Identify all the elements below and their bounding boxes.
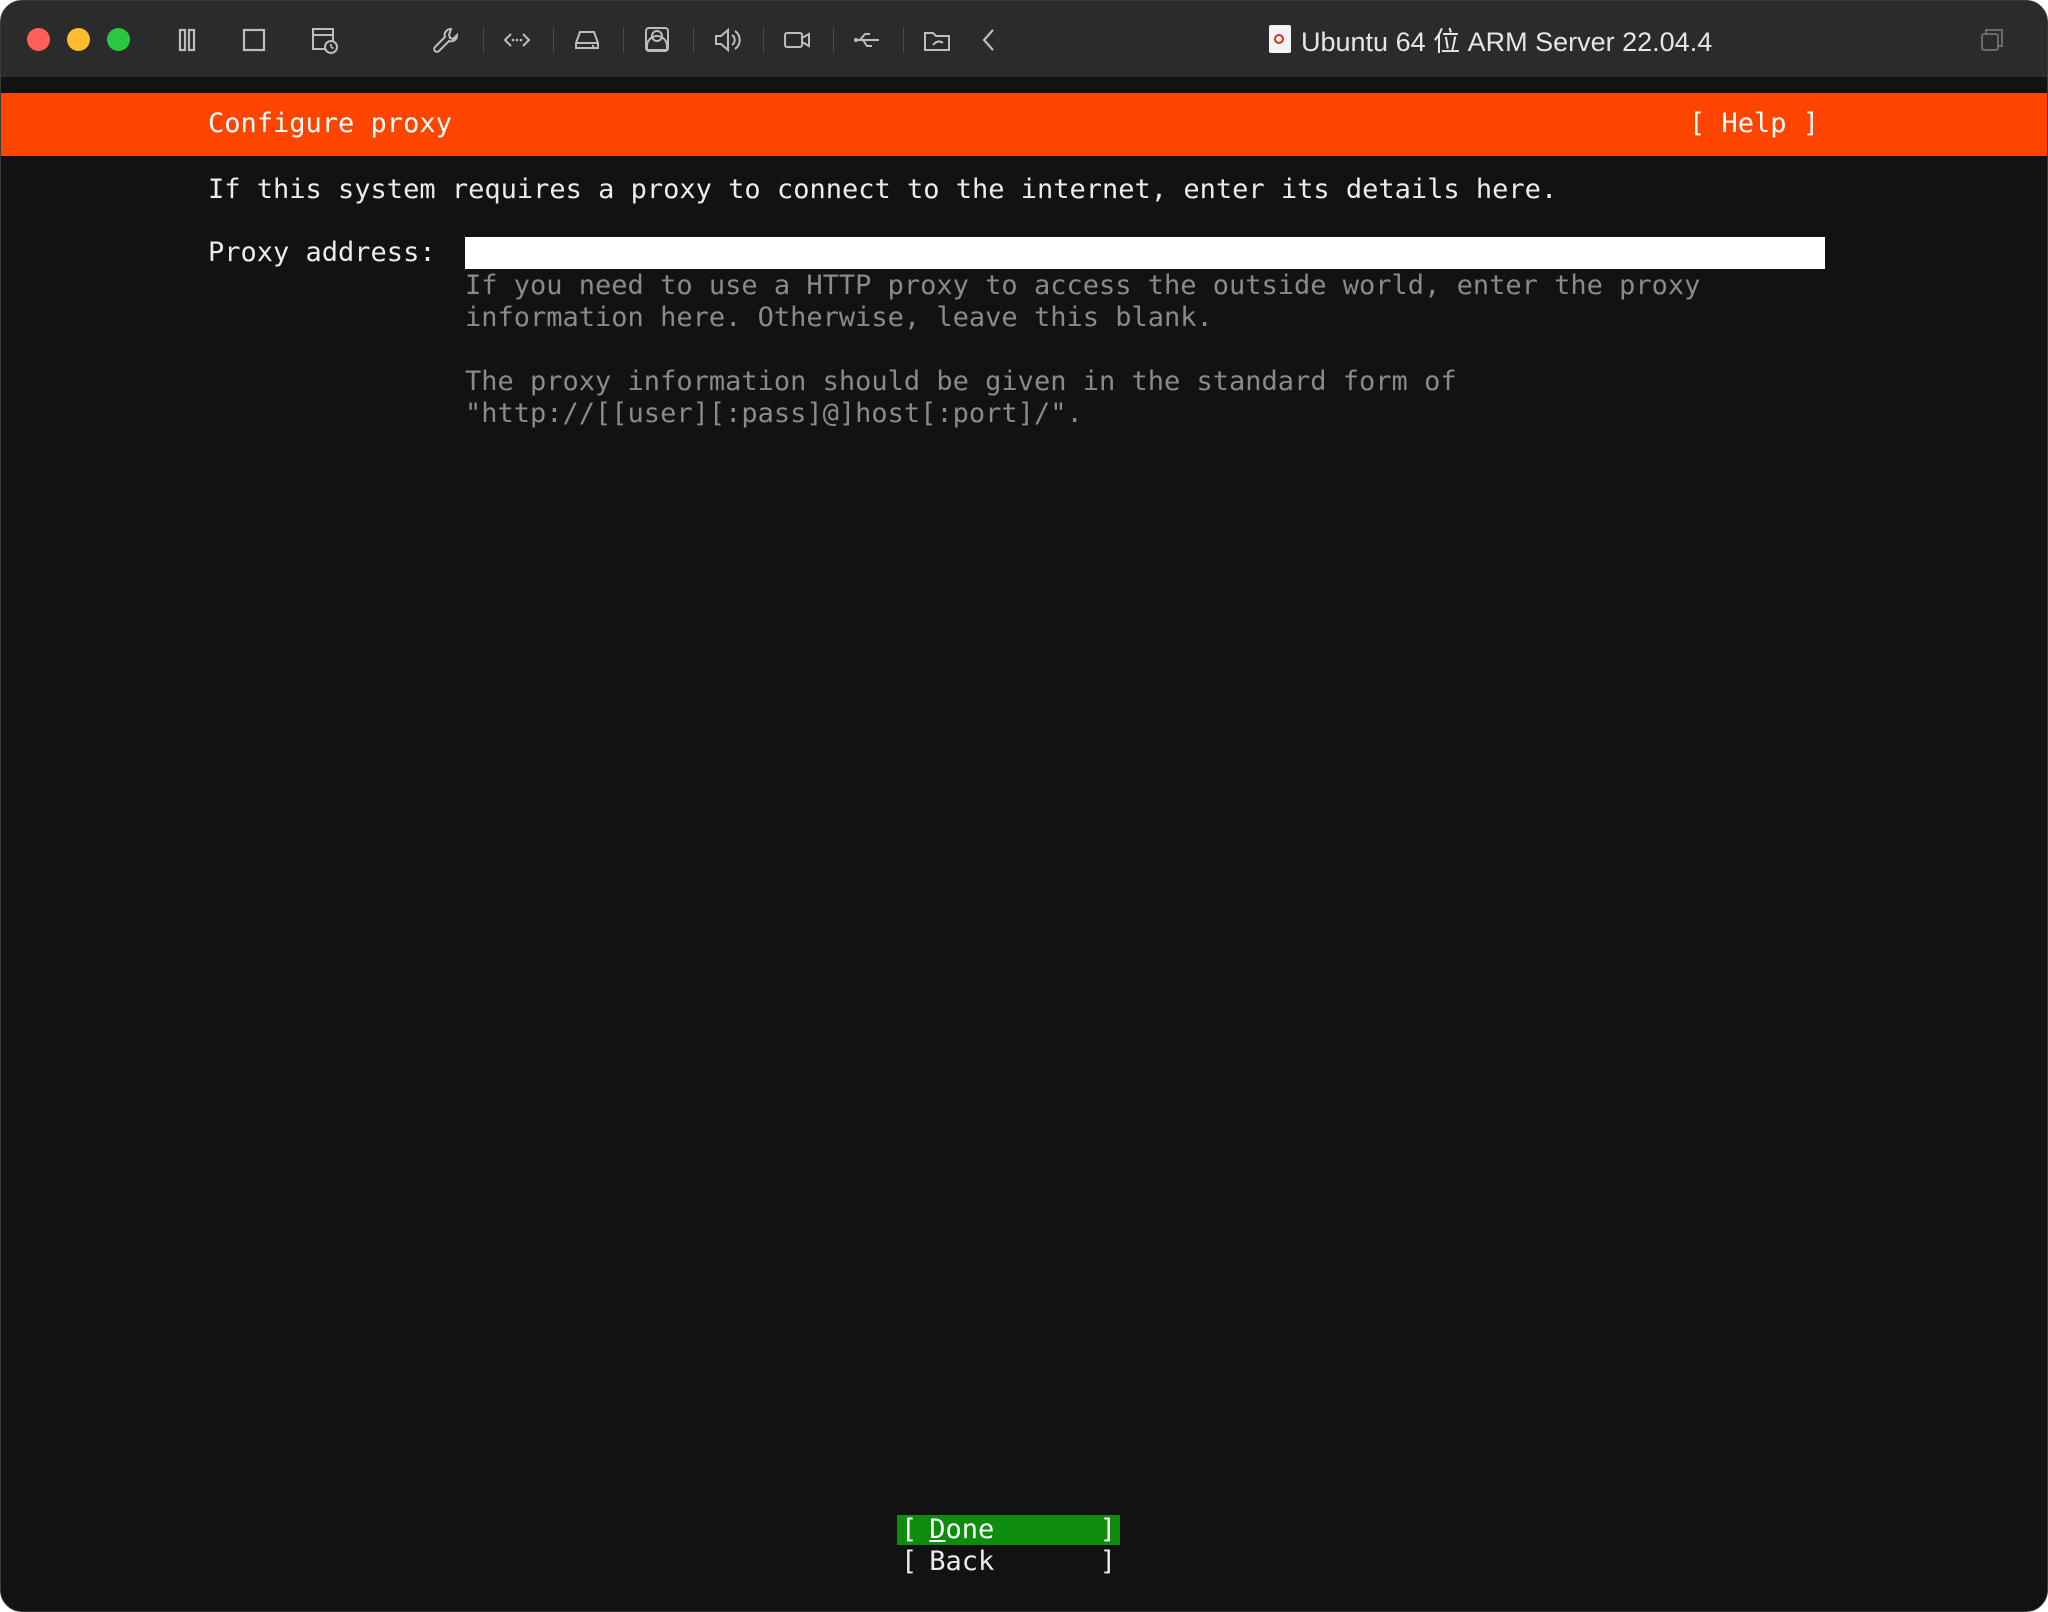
window-title-text: Ubuntu 64 位 ARM Server 22.04.4 (1301, 26, 1713, 57)
page-title: Configure proxy (208, 108, 452, 139)
user-icon[interactable] (640, 23, 674, 57)
proxy-help-line: The proxy information should be given in… (465, 366, 1457, 397)
proxy-address-input[interactable] (465, 237, 1825, 269)
title-bar: Ubuntu 64 位 ARM Server 22.04.4 (1, 1, 2047, 78)
snapshot-icon[interactable] (307, 23, 341, 57)
restore-window-icon[interactable] (1977, 25, 2007, 55)
done-button[interactable]: [ Done ] (897, 1515, 1120, 1545)
help-button[interactable]: [ Help ] (1689, 108, 1819, 139)
back-label: Back (929, 1546, 995, 1577)
done-label: Done (917, 1515, 1099, 1545)
sound-icon[interactable] (710, 23, 744, 57)
vm-document-icon (1269, 25, 1291, 53)
zoom-window-button[interactable] (107, 28, 130, 51)
pause-icon[interactable] (170, 23, 204, 57)
proxy-help-line: information here. Otherwise, leave this … (465, 302, 1213, 333)
back-button[interactable]: [ Back ] (897, 1547, 1120, 1577)
installer-header: Configure proxy [ Help ] (1, 93, 2047, 156)
camera-icon[interactable] (780, 23, 814, 57)
stop-icon[interactable] (237, 23, 271, 57)
disk-icon[interactable] (570, 23, 604, 57)
done-label-rest: one (945, 1514, 995, 1545)
proxy-address-label: Proxy address: (208, 237, 436, 268)
minimize-window-button[interactable] (67, 28, 90, 51)
proxy-help-line: "http://[[user][:pass]@]host[:port]/". (465, 398, 1083, 429)
window-title: Ubuntu 64 位 ARM Server 22.04.4 (1269, 19, 1712, 59)
back-bracket-close: ] (1099, 1546, 1116, 1577)
back-bracket-open: [ (901, 1546, 918, 1577)
back-chevron-icon[interactable] (972, 23, 1006, 57)
done-bracket-open: [ (901, 1514, 918, 1545)
usb-icon[interactable] (850, 23, 884, 57)
intro-text: If this system requires a proxy to conne… (208, 174, 1558, 205)
proxy-help-line: If you need to use a HTTP proxy to acces… (465, 270, 1701, 301)
done-label-hotkey: D (929, 1514, 946, 1545)
done-bracket-close: ] (1099, 1514, 1116, 1545)
close-window-button[interactable] (27, 28, 50, 51)
settings-wrench-icon[interactable] (429, 23, 463, 57)
code-icon[interactable] (500, 23, 534, 57)
shared-folder-icon[interactable] (920, 23, 954, 57)
guest-screen: Configure proxy [ Help ] If this system … (1, 78, 2047, 1611)
vm-window: Ubuntu 64 位 ARM Server 22.04.4 Configure… (0, 0, 2048, 1612)
